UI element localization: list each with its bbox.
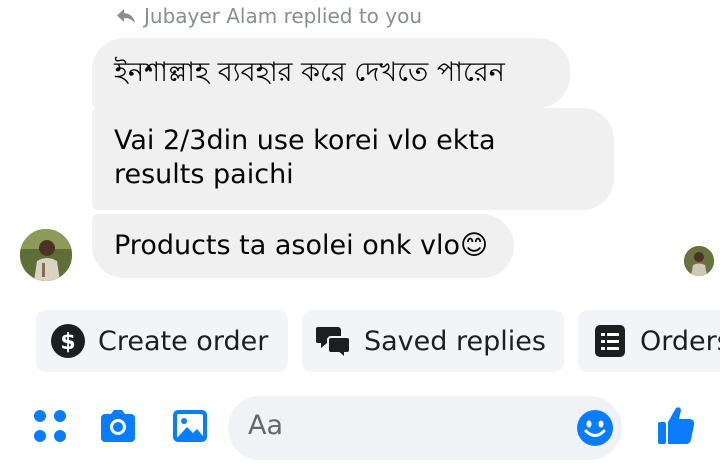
saved-replies-label: Saved replies <box>364 325 546 357</box>
message-bubble[interactable]: Products ta asolei onk vlo😊 <box>92 214 514 278</box>
create-order-button[interactable]: $ Create order <box>36 310 288 372</box>
avatar-photo <box>20 229 72 281</box>
message-bubble[interactable]: ইনশাল্লাহ ব্যবহার করে দেখতে পারেন <box>92 38 570 108</box>
reply-header: Jubayer Alam replied to you <box>116 2 422 30</box>
emoji-icon[interactable] <box>576 409 614 447</box>
gallery-icon[interactable] <box>170 406 210 446</box>
apps-grid-icon[interactable] <box>30 406 70 446</box>
composer-bar: Aa <box>0 392 720 472</box>
create-order-label: Create order <box>98 325 269 357</box>
dollar-circle-icon: $ <box>51 324 85 358</box>
orders-button[interactable]: Orders <box>578 310 720 372</box>
saved-replies-button[interactable]: Saved replies <box>302 310 564 372</box>
message-text: Vai 2/3din use korei vlo ekta results pa… <box>114 125 496 190</box>
message-input-placeholder: Aa <box>248 410 284 441</box>
quick-replies-bar: $ Create order Saved replies Orders <box>0 310 720 372</box>
message-bubble[interactable]: Vai 2/3din use korei vlo ekta results pa… <box>92 108 614 210</box>
reply-header-text: Jubayer Alam replied to you <box>144 4 423 28</box>
svg-text:$: $ <box>60 330 75 355</box>
list-icon <box>595 325 625 357</box>
message-input[interactable]: Aa <box>228 396 622 460</box>
camera-icon[interactable] <box>98 406 138 446</box>
seen-avatar-photo <box>684 246 714 276</box>
orders-label: Orders <box>640 325 720 357</box>
message-text: ইনশাল্লাহ ব্যবহার করে দেখতে পারেন <box>114 57 505 88</box>
thumbs-up-icon[interactable] <box>656 404 696 446</box>
sender-avatar[interactable] <box>20 229 72 281</box>
chat-bubbles-icon <box>316 327 351 359</box>
message-text: Products ta asolei onk vlo😊 <box>114 230 489 261</box>
seen-avatar <box>684 246 714 276</box>
reply-arrow-icon <box>117 9 135 23</box>
